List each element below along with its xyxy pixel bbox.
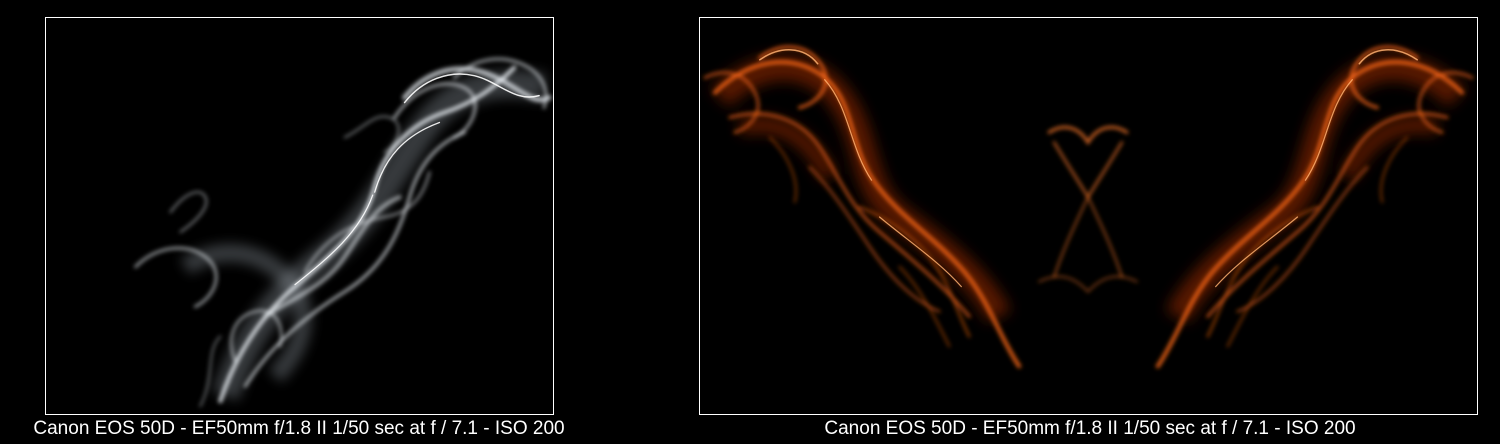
photo-frame-orange-smoke (699, 17, 1478, 415)
photo-caption-right: Canon EOS 50D - EF50mm f/1.8 II 1/50 sec… (824, 418, 1356, 439)
white-smoke-photo (46, 18, 553, 414)
photo-frame-white-smoke (45, 17, 554, 415)
photo-caption-left: Canon EOS 50D - EF50mm f/1.8 II 1/50 sec… (33, 418, 565, 439)
orange-smoke-photo (700, 18, 1477, 414)
